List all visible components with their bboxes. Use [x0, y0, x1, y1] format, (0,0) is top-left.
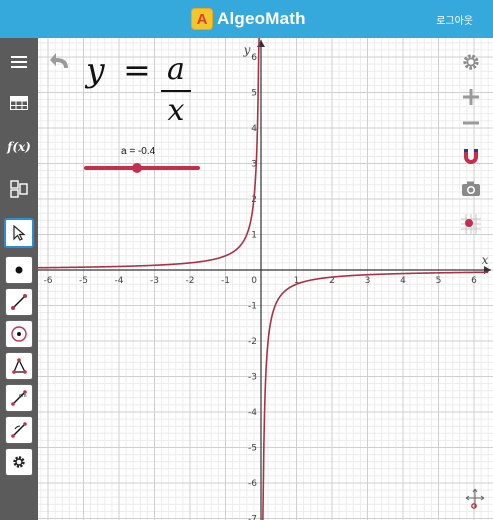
menu-icon [11, 56, 27, 68]
equation-lhs: y = [86, 50, 151, 89]
function-button[interactable]: f(x) [0, 130, 38, 164]
settings-button[interactable] [458, 49, 484, 75]
snap-magnet-button[interactable] [458, 143, 484, 169]
y-tick-label: -3 [248, 373, 257, 383]
tick-labels: -6 -5 -4 -3 -2 -1 1 2 3 4 5 6654321-1-2-3-4-5-6-70x… [44, 43, 489, 520]
camera-icon [462, 181, 480, 196]
x-tick-label: 4 [400, 276, 406, 286]
settings-tool-button[interactable] [5, 448, 33, 476]
y-tick-label: -1 [248, 302, 257, 312]
y-tick-label: 5 [251, 89, 257, 99]
circle-icon [11, 326, 27, 342]
equation-denominator: x [167, 93, 185, 128]
x-tick-label: 6 [471, 276, 477, 286]
measure-unit-label: cm [19, 393, 27, 399]
zoom-in-button[interactable] [458, 84, 484, 110]
x-tick-label: -2 [186, 276, 195, 286]
x-tick-label: 5 [436, 276, 442, 286]
measure-tool-button[interactable]: cm [5, 384, 33, 412]
equation-fraction: a x [161, 50, 191, 132]
x-tick-label: -5 [79, 276, 88, 286]
x-tick-label: -1 [221, 276, 230, 286]
y-tick-label: 4 [251, 124, 257, 134]
y-tick-label: 1 [251, 231, 257, 241]
cursor-arrow-icon [13, 225, 26, 241]
graph-canvas[interactable]: -6 -5 -4 -3 -2 -1 1 2 3 4 5 6654321-1-2-3-4-5-6-70x… [38, 38, 493, 520]
y-axis-label: y [243, 43, 251, 57]
select-tool-button[interactable] [4, 218, 34, 248]
app-logo[interactable]: A AlgeoMath [191, 6, 306, 32]
y-tick-label: -4 [248, 408, 257, 418]
equation-numerator: a [167, 52, 185, 87]
angle-icon [11, 422, 27, 438]
logo-text: AlgeoMath [217, 9, 306, 28]
circle-tool-button[interactable] [5, 320, 33, 348]
y-tick-label: -2 [248, 337, 257, 347]
layout-icon [10, 180, 28, 198]
x-axis-label: x [482, 253, 489, 267]
minus-icon [463, 121, 479, 125]
table-icon [10, 96, 28, 110]
plus-icon [463, 89, 479, 105]
x-tick-label: -6 [44, 276, 53, 286]
angle-tool-button[interactable] [5, 416, 33, 444]
polygon-tool-button[interactable] [5, 352, 33, 380]
top-bar: A AlgeoMath 로그아웃 [0, 0, 493, 38]
x-tick-label: -3 [150, 276, 159, 286]
magnet-icon [464, 149, 478, 164]
axes-origin-icon [465, 488, 485, 509]
segment-tool-button[interactable] [5, 288, 33, 316]
layout-button[interactable] [0, 172, 38, 206]
undo-arrow-icon [50, 53, 68, 68]
logout-link[interactable]: 로그아웃 [436, 12, 473, 27]
slider-label: a = -0.4 [121, 146, 156, 157]
left-sidebar: f(x) cm [0, 38, 38, 520]
y-tick-label: -5 [248, 444, 257, 454]
point-icon [15, 266, 23, 274]
origin-label: 0 [251, 276, 257, 286]
grid-toggle-button[interactable] [458, 211, 484, 237]
grid-point-icon [461, 214, 481, 234]
menu-button[interactable] [0, 45, 38, 79]
y-tick-label: -7 [248, 515, 257, 520]
gear-icon [13, 456, 25, 468]
y-tick-label: -6 [248, 479, 257, 489]
y-tick-label: 6 [251, 53, 257, 63]
undo-button[interactable] [48, 50, 74, 72]
equation-variable-y: y [86, 50, 105, 89]
x-tick-label: 3 [365, 276, 371, 286]
zoom-out-button[interactable] [458, 110, 484, 136]
polygon-icon [12, 358, 27, 374]
x-tick-label: -4 [115, 276, 124, 286]
logo-badge: A [191, 8, 213, 30]
table-button[interactable] [0, 86, 38, 120]
function-icon: f(x) [7, 140, 31, 154]
point-tool-button[interactable] [5, 256, 33, 284]
gear-icon [463, 54, 479, 70]
screenshot-button[interactable] [458, 176, 484, 202]
segment-icon [11, 294, 27, 310]
ruler-measure-icon: cm [11, 390, 27, 406]
equation-equals: = [123, 50, 151, 89]
reset-origin-button[interactable] [462, 487, 488, 513]
